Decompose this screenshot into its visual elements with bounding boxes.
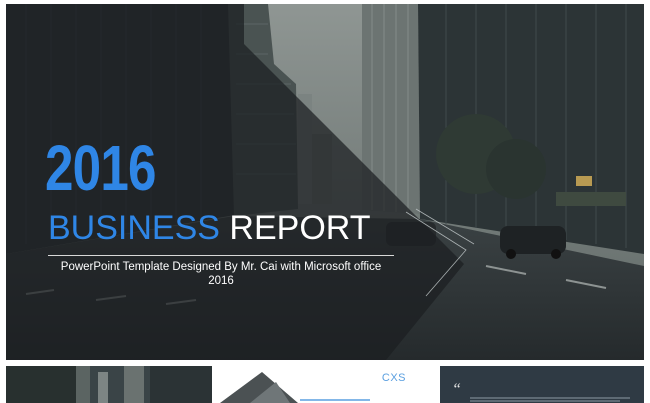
slide-thumbnail-1[interactable]: [6, 366, 212, 403]
title-word-business: BUSINESS: [48, 209, 220, 247]
subtitle-line-1: PowerPoint Template Designed By Mr. Cai …: [60, 261, 382, 273]
subtitle-line-2: 2016: [208, 275, 234, 287]
thumbnail-brand-mark: CXS: [381, 372, 406, 384]
quote-icon: “: [452, 381, 461, 398]
thumbnail-text-lines: [470, 397, 630, 402]
report-year: 2016: [45, 132, 157, 204]
thumbnail-city-image: [6, 366, 212, 403]
title-slide: 2016 BUSINESS REPORT PowerPoint Template…: [6, 4, 644, 360]
slide-thumbnail-3[interactable]: “: [440, 366, 644, 403]
report-subtitle: PowerPoint Template Designed By Mr. Cai …: [48, 260, 394, 288]
title-word-report: REPORT: [229, 209, 371, 247]
report-title: BUSINESS REPORT: [48, 208, 370, 248]
slide-thumbnail-2[interactable]: CXS: [220, 366, 430, 403]
title-divider: [48, 255, 394, 256]
